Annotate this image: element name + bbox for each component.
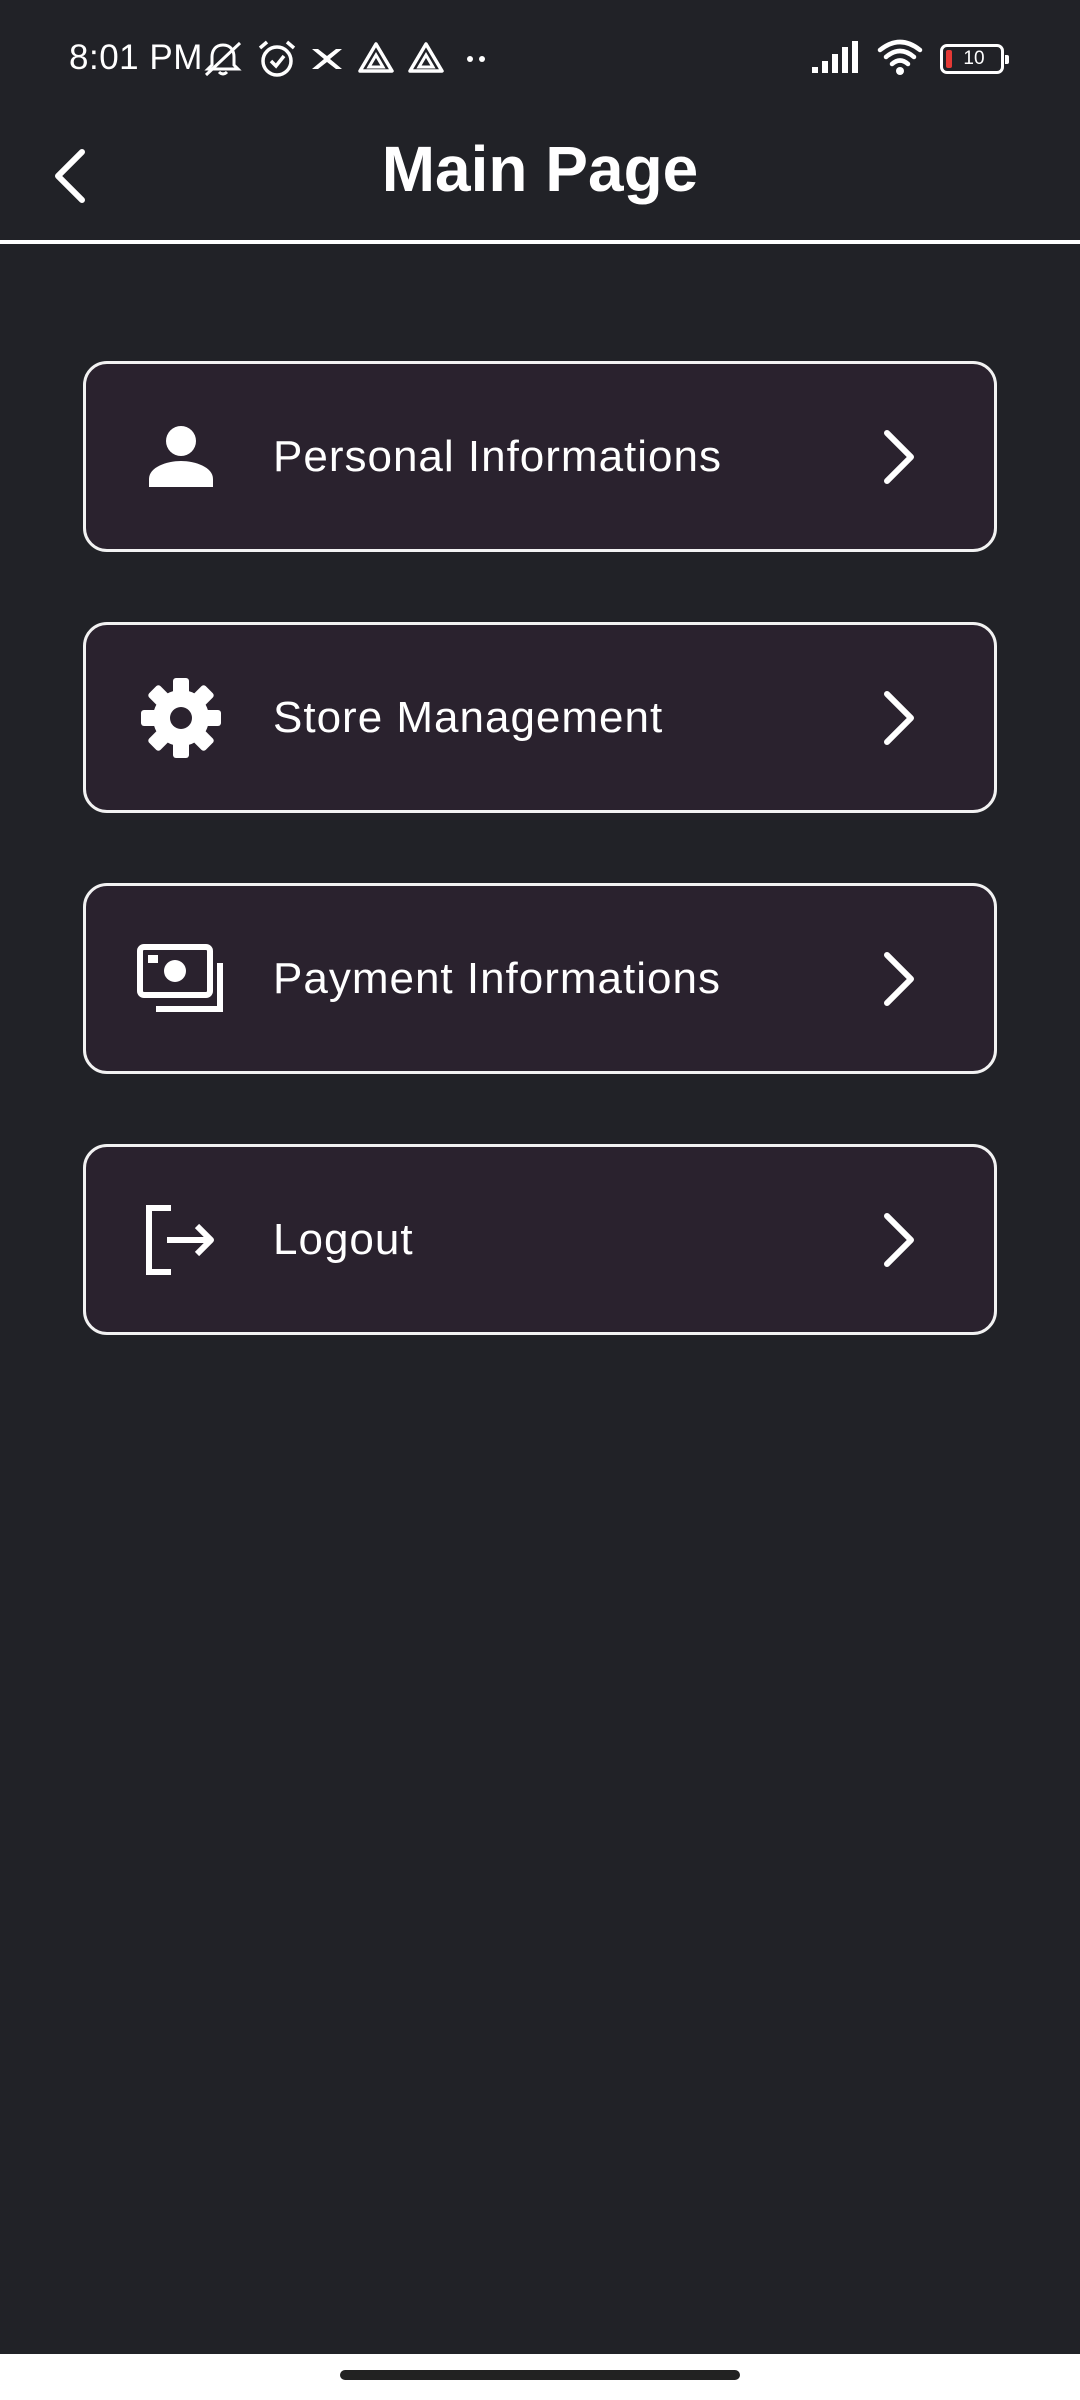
more-dots-icon — [456, 39, 496, 79]
page-title: Main Page — [381, 133, 699, 205]
payments-icon — [131, 929, 231, 1029]
drive-icon — [406, 39, 446, 79]
chevron-right-icon — [874, 683, 924, 753]
wifi-icon — [876, 38, 924, 81]
logout-icon — [131, 1190, 231, 1290]
status-system-icons: 10 — [810, 36, 1009, 82]
chevron-right-icon — [874, 1205, 924, 1275]
alarm-icon — [256, 39, 298, 79]
drive-icon — [356, 39, 396, 79]
status-time: 8:01 PM — [69, 38, 203, 77]
person-icon — [131, 407, 231, 507]
menu-item-label: Logout — [273, 1214, 414, 1264]
menu-item-payment-informations[interactable]: Payment Informations — [83, 883, 997, 1074]
status-bar: 8:01 PM 10 — [0, 0, 1080, 118]
menu-item-label: Personal Informations — [273, 431, 722, 481]
signal-icon — [810, 39, 860, 80]
menu-item-store-management[interactable]: Store Management — [83, 622, 997, 813]
battery-level: 10 — [963, 48, 985, 69]
mute-icon — [200, 39, 246, 79]
menu-item-label: Payment Informations — [273, 953, 721, 1003]
battery-level-fill — [946, 50, 952, 68]
menu-item-label: Store Management — [273, 692, 664, 742]
app-notification-icon — [308, 39, 346, 79]
battery-icon: 10 — [940, 44, 1009, 74]
navigation-gesture-area — [0, 2354, 1080, 2400]
status-notification-icons — [200, 36, 496, 82]
menu-item-personal-informations[interactable]: Personal Informations — [83, 361, 997, 552]
menu-list: Personal Informations Store Management P… — [83, 361, 997, 1405]
home-gesture-handle[interactable] — [340, 2370, 740, 2380]
chevron-right-icon — [874, 944, 924, 1014]
menu-item-logout[interactable]: Logout — [83, 1144, 997, 1335]
gear-icon — [131, 668, 231, 768]
app-bar: Main Page — [0, 118, 1080, 244]
chevron-right-icon — [874, 422, 924, 492]
